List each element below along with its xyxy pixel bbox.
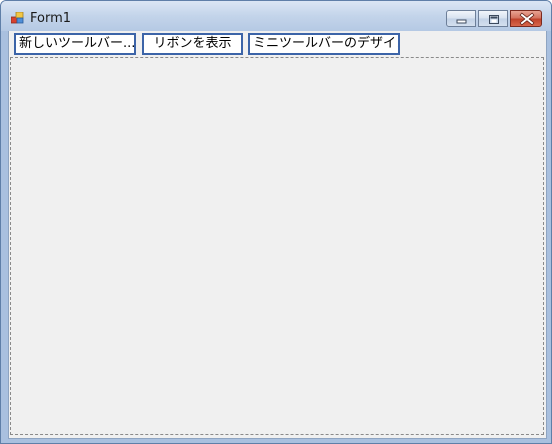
close-icon xyxy=(519,12,535,26)
minimize-button[interactable] xyxy=(446,10,476,27)
content-panel xyxy=(10,57,544,435)
close-button[interactable] xyxy=(510,10,542,27)
design-mini-toolbar-button[interactable]: ミニツールバーのデザイン xyxy=(248,33,400,55)
window-title: Form1 xyxy=(30,11,72,26)
client-area: 新しいツールバー... リボンを表示 ミニツールバーのデザイン xyxy=(8,31,547,439)
minimize-icon xyxy=(456,19,467,24)
show-ribbon-button[interactable]: リボンを表示 xyxy=(142,33,243,55)
form-app-icon xyxy=(11,12,24,24)
maximize-button[interactable] xyxy=(478,10,508,27)
title-bar[interactable]: Form1 xyxy=(1,1,551,31)
application-window: Form1 新しいツールバー... リボンを表示 ミニツールバーのデザイン xyxy=(0,0,552,444)
maximize-icon xyxy=(489,15,499,24)
new-toolbar-button[interactable]: 新しいツールバー... xyxy=(14,33,136,55)
